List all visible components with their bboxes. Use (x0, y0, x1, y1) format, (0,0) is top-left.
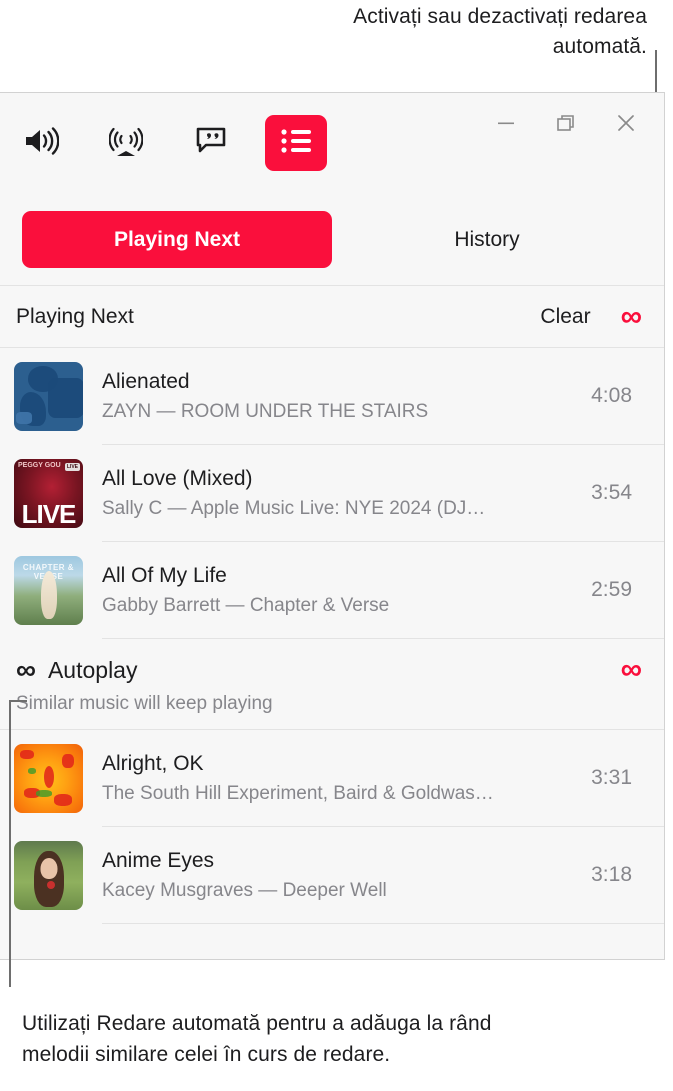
autoplay-section: ∞ Autoplay ∞ Similar music will keep pla… (0, 639, 664, 730)
queue-tabs: Playing Next History (0, 194, 664, 286)
track-row[interactable]: CHAPTER & VERSE All Of My Life Gabby Bar… (0, 542, 664, 639)
minimize-button[interactable] (476, 101, 536, 145)
track-meta: Anime Eyes Kacey Musgraves — Deeper Well… (102, 827, 664, 924)
track-meta: Alienated ZAYN — ROOM UNDER THE STAIRS 4… (102, 348, 664, 445)
track-row[interactable]: Alright, OK The South Hill Experiment, B… (0, 730, 664, 827)
album-art-artist-text: PEGGY GOU (18, 462, 61, 469)
callout-bottom-text: Utilizați Redare automată pentru a adăug… (22, 1012, 492, 1066)
autoplay-title: Autoplay (47, 656, 138, 683)
toolbar-icon-group (10, 115, 327, 171)
album-art (14, 362, 83, 431)
track-duration: 4:08 (591, 384, 632, 407)
clear-button[interactable]: Clear (540, 305, 590, 329)
track-subtitle: ZAYN — ROOM UNDER THE STAIRS (102, 400, 429, 422)
restore-button[interactable] (536, 101, 596, 145)
album-art (14, 841, 83, 910)
queue-button[interactable] (265, 115, 327, 171)
track-title: Alienated (102, 369, 190, 393)
lyrics-button[interactable] (180, 115, 242, 171)
close-button[interactable] (596, 101, 656, 145)
airplay-icon (108, 125, 144, 162)
track-duration: 3:31 (591, 766, 632, 789)
track-subtitle: Kacey Musgraves — Deeper Well (102, 879, 387, 901)
track-duration: 3:54 (591, 481, 632, 504)
track-meta: Alright, OK The South Hill Experiment, B… (102, 730, 664, 827)
queue-header: Playing Next Clear ∞ (0, 286, 664, 348)
volume-button[interactable] (10, 115, 72, 171)
album-art-badge: LIVE (64, 463, 80, 471)
track-meta: All Of My Life Gabby Barrett — Chapter &… (102, 542, 664, 639)
callout-bottom-leader-vertical (9, 700, 11, 987)
track-meta: All Love (Mixed) Sally C — Apple Music L… (102, 445, 664, 542)
album-art: PEGGY GOU LIVE LIVE (14, 459, 83, 528)
album-art (14, 744, 83, 813)
window-controls (476, 101, 656, 145)
track-title: All Of My Life (102, 563, 227, 587)
infinity-icon: ∞ (16, 654, 36, 685)
lyrics-icon (195, 126, 227, 161)
tab-playing-next[interactable]: Playing Next (22, 211, 332, 268)
track-row[interactable]: PEGGY GOU LIVE LIVE All Love (Mixed) Sal… (0, 445, 664, 542)
player-toolbar (0, 93, 664, 194)
callout-top-text: Activați sau dezactivați redarea automat… (353, 5, 647, 58)
track-subtitle: Sally C — Apple Music Live: NYE 2024 (DJ… (102, 497, 486, 519)
album-art-title-text: LIVE (21, 499, 77, 528)
track-title: All Love (Mixed) (102, 466, 253, 490)
track-duration: 3:18 (591, 863, 632, 886)
queue-icon (280, 128, 312, 159)
autoplay-toggle-header-icon[interactable]: ∞ (621, 301, 648, 332)
volume-icon (23, 126, 60, 161)
autoplay-toggle-button[interactable]: ∞ (621, 655, 648, 685)
queue-header-title: Playing Next (16, 304, 134, 328)
track-row[interactable]: Alienated ZAYN — ROOM UNDER THE STAIRS 4… (0, 348, 664, 445)
track-subtitle: Gabby Barrett — Chapter & Verse (102, 594, 390, 616)
track-subtitle: The South Hill Experiment, Baird & Goldw… (102, 782, 494, 804)
track-title: Alright, OK (102, 751, 204, 775)
tab-history[interactable]: History (332, 211, 642, 268)
callout-bottom-leader-horizontal (9, 700, 27, 702)
track-row[interactable]: Anime Eyes Kacey Musgraves — Deeper Well… (0, 827, 664, 924)
album-art: CHAPTER & VERSE (14, 556, 83, 625)
track-duration: 2:59 (591, 578, 632, 601)
autoplay-subtitle: Similar music will keep playing (16, 693, 273, 714)
autoplay-header: ∞ Autoplay ∞ (16, 655, 648, 685)
airplay-button[interactable] (95, 115, 157, 171)
apple-music-queue-window: Playing Next History Playing Next Clear … (0, 92, 665, 960)
track-title: Anime Eyes (102, 848, 215, 872)
